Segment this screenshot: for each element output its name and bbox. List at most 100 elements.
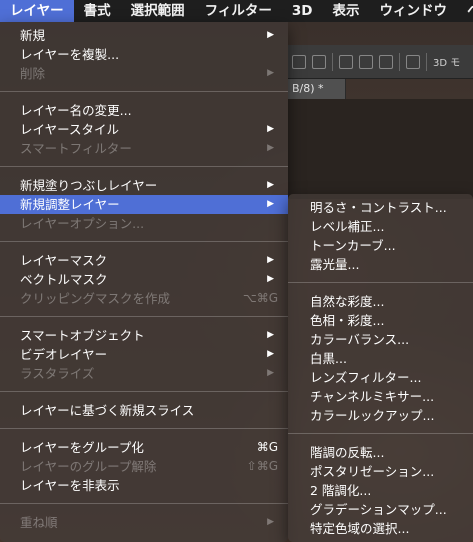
menu-item-invert[interactable]: 階調の反転... xyxy=(288,443,473,462)
submenu-arrow-icon: ▶ xyxy=(267,330,274,340)
menu-item-gradient-map[interactable]: グラデーションマップ... xyxy=(288,500,473,519)
menu-item-label: レイヤーオプション... xyxy=(20,216,145,231)
toolbar-divider xyxy=(399,52,400,71)
menubar-item-filter[interactable]: フィルター xyxy=(195,0,282,22)
menu-item-posterize[interactable]: ポスタリゼーション... xyxy=(288,462,473,481)
submenu-arrow-icon: ▶ xyxy=(267,199,274,209)
menu-item-vector-mask[interactable]: ベクトルマスク ▶ xyxy=(0,270,288,289)
menu-separator xyxy=(0,166,288,167)
menu-item-duplicate-layer[interactable]: レイヤーを複製... xyxy=(0,45,288,64)
menu-item-create-clipping-mask[interactable]: クリッピングマスクを作成 ⌥⌘G xyxy=(0,289,288,308)
menu-item-hue-saturation[interactable]: 色相・彩度... xyxy=(288,311,473,330)
menu-item-color-lookup[interactable]: カラールックアップ... xyxy=(288,406,473,425)
menu-item-new[interactable]: 新規 ▶ xyxy=(0,26,288,45)
menu-separator xyxy=(0,503,288,504)
menu-item-label: 新規 xyxy=(20,28,46,43)
document-tab[interactable]: B/8) * xyxy=(288,79,346,99)
menubar-item-3d[interactable]: 3D xyxy=(282,0,323,22)
menu-item-threshold[interactable]: 2 階調化... xyxy=(288,481,473,500)
menu-item-delete[interactable]: 削除 ▶ xyxy=(0,64,288,83)
menu-item-layer-style[interactable]: レイヤースタイル ▶ xyxy=(0,120,288,139)
menubar-item-type[interactable]: 書式 xyxy=(74,0,121,22)
menu-item-arrange[interactable]: 重ね順 ▶ xyxy=(0,513,288,532)
menubar-item-window[interactable]: ウィンドウ xyxy=(369,0,457,22)
menu-item-label: レイヤーのグループ解除 xyxy=(20,459,157,474)
menu-item-levels[interactable]: レベル補正... xyxy=(288,217,473,236)
menu-item-color-balance[interactable]: カラーバランス... xyxy=(288,330,473,349)
submenu-arrow-icon: ▶ xyxy=(267,30,274,40)
menu-separator xyxy=(0,91,288,92)
shortcut-label: ⌥⌘G xyxy=(242,291,278,305)
menu-item-label: レイヤーを非表示 xyxy=(20,478,120,493)
menu-item-label: スマートオブジェクト xyxy=(20,328,145,343)
align-middle-icon[interactable] xyxy=(312,54,326,69)
submenu-arrow-icon: ▶ xyxy=(267,68,274,78)
menu-item-layer-mask[interactable]: レイヤーマスク ▶ xyxy=(0,251,288,270)
menu-item-ungroup-layers[interactable]: レイヤーのグループ解除 ⇧⌘G xyxy=(0,457,288,476)
menubar-item-layer[interactable]: レイヤー xyxy=(0,0,74,22)
submenu-arrow-icon: ▶ xyxy=(267,349,274,359)
menubar-item-select[interactable]: 選択範囲 xyxy=(121,0,195,22)
submenu-arrow-icon: ▶ xyxy=(267,368,274,378)
menu-item-smart-filter[interactable]: スマートフィルター ▶ xyxy=(0,139,288,158)
menu-item-layer-options[interactable]: レイヤーオプション... xyxy=(0,214,288,233)
menu-item-label: 新規調整レイヤー xyxy=(20,197,120,212)
distribute-center-icon[interactable] xyxy=(359,54,373,69)
menu-item-black-white[interactable]: 白黒... xyxy=(288,349,473,368)
submenu-arrow-icon: ▶ xyxy=(267,517,274,527)
options-toolbar: 3D モ xyxy=(288,45,473,79)
menu-item-brightness-contrast[interactable]: 明るさ・コントラスト... xyxy=(288,198,473,217)
3d-mode-label[interactable]: 3D モ xyxy=(433,54,460,69)
submenu-arrow-icon: ▶ xyxy=(267,124,274,134)
align-top-icon[interactable] xyxy=(292,54,306,69)
menu-item-label: レイヤースタイル xyxy=(20,122,120,137)
menu-item-label: レイヤーに基づく新規スライス xyxy=(20,403,195,418)
layer-menu: 新規 ▶ レイヤーを複製... 削除 ▶ レイヤー名の変更... レイヤースタイ… xyxy=(0,22,288,542)
submenu-arrow-icon: ▶ xyxy=(267,180,274,190)
menu-item-curves[interactable]: トーンカーブ... xyxy=(288,236,473,255)
menu-separator xyxy=(0,391,288,392)
menu-item-label: レイヤー名の変更... xyxy=(20,103,132,118)
menu-item-video-layer[interactable]: ビデオレイヤー ▶ xyxy=(0,345,288,364)
adjustment-layer-submenu: 明るさ・コントラスト... レベル補正... トーンカーブ... 露光量... … xyxy=(288,194,473,542)
menu-item-label: ラスタライズ xyxy=(20,366,95,381)
menu-item-hide-layers[interactable]: レイヤーを非表示 xyxy=(0,476,288,495)
submenu-arrow-icon: ▶ xyxy=(267,255,274,265)
menu-item-label: ビデオレイヤー xyxy=(20,347,108,362)
auto-align-icon[interactable] xyxy=(406,54,420,69)
screen: 3D モ B/8) * レイヤー 書式 選択範囲 フィルター 3D 表示 ウィン… xyxy=(0,0,473,542)
menu-item-exposure[interactable]: 露光量... xyxy=(288,255,473,274)
distribute-left-icon[interactable] xyxy=(339,54,353,69)
menu-item-label: クリッピングマスクを作成 xyxy=(20,291,171,306)
menu-item-smart-object[interactable]: スマートオブジェクト ▶ xyxy=(0,326,288,345)
menu-separator xyxy=(288,282,473,283)
menu-item-new-adjustment-layer[interactable]: 新規調整レイヤー ▶ xyxy=(0,195,288,214)
menu-item-label: 重ね順 xyxy=(20,515,58,530)
menu-separator xyxy=(0,428,288,429)
menu-item-label: レイヤーマスク xyxy=(20,253,108,268)
menu-item-rename-layer[interactable]: レイヤー名の変更... xyxy=(0,101,288,120)
menu-item-selective-color[interactable]: 特定色域の選択... xyxy=(288,519,473,538)
menu-item-label: レイヤーを複製... xyxy=(20,47,120,62)
menu-item-photo-filter[interactable]: レンズフィルター... xyxy=(288,368,473,387)
menu-item-channel-mixer[interactable]: チャンネルミキサー... xyxy=(288,387,473,406)
menu-item-rasterize[interactable]: ラスタライズ ▶ xyxy=(0,364,288,383)
menubar: レイヤー 書式 選択範囲 フィルター 3D 表示 ウィンドウ ヘルプ xyxy=(0,0,473,22)
menu-item-group-layers[interactable]: レイヤーをグループ化 ⌘G xyxy=(0,438,288,457)
menu-item-label: 新規塗りつぶしレイヤー xyxy=(20,178,158,193)
menu-separator xyxy=(288,433,473,434)
submenu-arrow-icon: ▶ xyxy=(267,143,274,153)
menu-item-label: レイヤーをグループ化 xyxy=(20,440,144,455)
menu-item-vibrance[interactable]: 自然な彩度... xyxy=(288,292,473,311)
shortcut-label: ⌘G xyxy=(256,440,278,454)
menubar-item-view[interactable]: 表示 xyxy=(322,0,369,22)
menu-item-new-layer-based-slice[interactable]: レイヤーに基づく新規スライス xyxy=(0,401,288,420)
menu-item-new-fill-layer[interactable]: 新規塗りつぶしレイヤー ▶ xyxy=(0,176,288,195)
shortcut-label: ⇧⌘G xyxy=(246,459,278,473)
document-canvas xyxy=(288,99,473,199)
toolbar-divider xyxy=(426,52,427,71)
menubar-item-help[interactable]: ヘルプ xyxy=(457,0,473,22)
toolbar-divider xyxy=(332,52,333,71)
menu-item-label: ベクトルマスク xyxy=(20,272,108,287)
distribute-right-icon[interactable] xyxy=(379,54,393,69)
